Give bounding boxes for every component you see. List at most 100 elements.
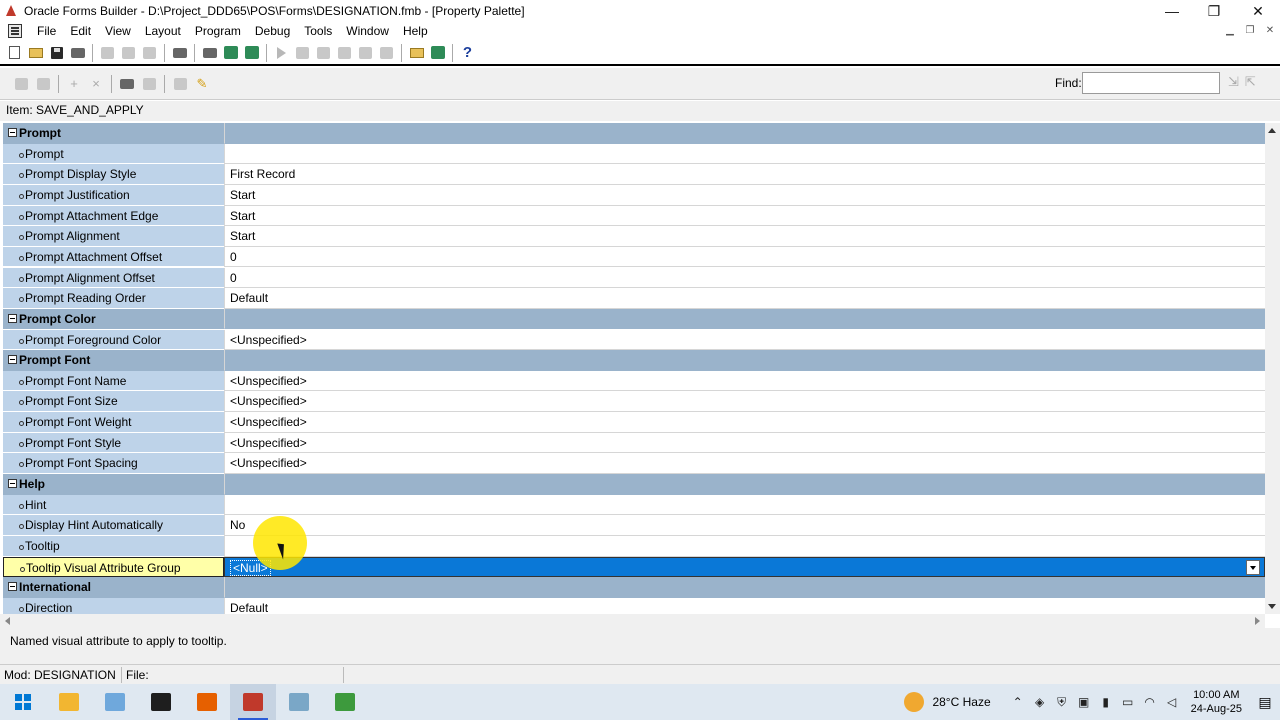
property-name[interactable]: Prompt Font Weight	[3, 412, 224, 433]
vertical-scrollbar[interactable]	[1265, 123, 1280, 614]
property-row-direction[interactable]: Direction Default	[3, 597, 1265, 614]
property-name[interactable]: Prompt Font Style	[3, 432, 224, 454]
collapse-icon[interactable]	[8, 582, 17, 592]
scroll-right-icon[interactable]	[1255, 617, 1260, 625]
mdi-restore-icon[interactable]: ❐	[1240, 21, 1260, 41]
property-group-prompt-font[interactable]: Prompt Font	[3, 350, 1265, 371]
menu-program[interactable]: Program	[188, 21, 248, 41]
mdi-window-icon[interactable]	[8, 24, 22, 38]
property-row-prompt-alignment[interactable]: Prompt Alignment Start	[3, 226, 1265, 247]
menu-tools[interactable]: Tools	[297, 21, 339, 41]
paste-properties-icon[interactable]	[32, 73, 54, 95]
property-name[interactable]: Prompt Alignment	[3, 226, 224, 247]
property-value[interactable]: Default	[224, 288, 1265, 309]
property-name[interactable]: Prompt Color	[3, 308, 224, 330]
minimize-button[interactable]: —	[1150, 0, 1194, 22]
property-row-prompt-reading-order[interactable]: Prompt Reading Order Default	[3, 288, 1265, 309]
property-value[interactable]: Start	[224, 226, 1265, 247]
scroll-up-icon[interactable]	[1268, 128, 1276, 133]
property-name[interactable]: Prompt Display Style	[3, 164, 224, 185]
taskbar-forms-runtime-icon[interactable]	[276, 684, 322, 720]
property-value[interactable]: <Unspecified>	[224, 412, 1265, 433]
wifi-icon[interactable]: ◠	[1139, 695, 1161, 709]
property-name[interactable]: Prompt Attachment Edge	[3, 205, 224, 227]
property-name[interactable]: Tooltip Visual Attribute Group	[3, 556, 224, 578]
print-icon[interactable]	[67, 43, 88, 63]
property-name[interactable]: Prompt Reading Order	[3, 288, 224, 309]
battery-icon[interactable]: ▭	[1117, 695, 1139, 709]
intersection-union-icon[interactable]	[169, 73, 191, 95]
property-row-prompt-display-style[interactable]: Prompt Display Style First Record	[3, 164, 1265, 185]
menu-debug[interactable]: Debug	[248, 21, 297, 41]
pause-icon[interactable]	[355, 43, 376, 63]
menu-view[interactable]: View	[98, 21, 138, 41]
property-name[interactable]: Prompt	[3, 123, 224, 144]
layout-wizard-icon[interactable]	[427, 43, 448, 63]
property-row-display-hint-automatically[interactable]: Display Hint Automatically No	[3, 515, 1265, 536]
scroll-left-icon[interactable]	[5, 617, 10, 625]
property-name[interactable]: Prompt Font	[3, 350, 224, 371]
property-group-help[interactable]: Help	[3, 474, 1265, 495]
collapse-icon[interactable]	[8, 479, 17, 489]
copy-icon[interactable]	[118, 43, 139, 63]
weather-text[interactable]: 28°C Haze	[932, 695, 990, 709]
taskbar-oracle-forms-icon[interactable]	[230, 684, 276, 720]
paste-icon[interactable]	[139, 43, 160, 63]
new-icon[interactable]	[4, 43, 25, 63]
property-name[interactable]: Tooltip	[3, 536, 224, 557]
taskbar-start-icon[interactable]	[0, 684, 46, 720]
mdi-close-icon[interactable]: ✕	[1260, 21, 1280, 41]
property-class-icon[interactable]	[116, 73, 138, 95]
property-name[interactable]: International	[3, 577, 224, 598]
property-row-prompt-font-weight[interactable]: Prompt Font Weight <Unspecified>	[3, 412, 1265, 433]
property-value[interactable]: <Unspecified>	[224, 432, 1265, 454]
property-name[interactable]: Hint	[3, 494, 224, 516]
menu-help[interactable]: Help	[396, 21, 435, 41]
property-row-prompt-font-size[interactable]: Prompt Font Size <Unspecified>	[3, 391, 1265, 413]
menu-window[interactable]: Window	[339, 21, 396, 41]
horizontal-scrollbar[interactable]	[0, 614, 1265, 628]
delete-property-icon[interactable]: ×	[85, 73, 107, 95]
property-row-prompt-attachment-edge[interactable]: Prompt Attachment Edge Start	[3, 205, 1265, 227]
property-value-dropdown[interactable]: <Null>	[224, 556, 1265, 578]
property-row-prompt-alignment-offset[interactable]: Prompt Alignment Offset 0	[3, 267, 1265, 289]
property-name[interactable]: Prompt Font Name	[3, 370, 224, 392]
app-tray-icon[interactable]: ▣	[1073, 695, 1095, 709]
property-group-prompt[interactable]: Prompt	[3, 123, 1265, 144]
chevron-up-icon[interactable]: ⌃	[1007, 695, 1029, 709]
taskbar-notepad-icon[interactable]	[92, 684, 138, 720]
step-over-icon[interactable]	[313, 43, 334, 63]
save-icon[interactable]	[46, 43, 67, 63]
microphone-icon[interactable]: ▮	[1095, 695, 1117, 709]
copy-properties-icon[interactable]	[10, 73, 32, 95]
menu-layout[interactable]: Layout	[138, 21, 188, 41]
scroll-down-icon[interactable]	[1268, 604, 1276, 609]
menu-file[interactable]: File	[30, 21, 63, 41]
property-value[interactable]: 0	[224, 267, 1265, 289]
property-value[interactable]: First Record	[224, 164, 1265, 185]
find-previous-icon[interactable]: ⇱	[1245, 74, 1256, 90]
property-group-prompt-color[interactable]: Prompt Color	[3, 308, 1265, 330]
collapse-icon[interactable]	[8, 313, 17, 323]
menu-edit[interactable]: Edit	[63, 21, 98, 41]
property-value[interactable]: No	[224, 515, 1265, 536]
clock[interactable]: 10:00 AM 24-Aug-25	[1191, 688, 1242, 716]
taskbar-file-explorer-icon[interactable]	[46, 684, 92, 720]
property-value[interactable]	[224, 536, 1265, 557]
help-icon[interactable]: ?	[457, 43, 478, 63]
cut-icon[interactable]	[97, 43, 118, 63]
notification-icon[interactable]: ▤	[1250, 694, 1280, 711]
collapse-icon[interactable]	[8, 128, 17, 137]
property-value[interactable]	[224, 494, 1265, 516]
go-icon[interactable]	[271, 43, 292, 63]
property-value[interactable]: <Unspecified>	[224, 453, 1265, 474]
inherit-icon[interactable]	[138, 73, 160, 95]
property-value[interactable]: <Unspecified>	[224, 370, 1265, 392]
property-value[interactable]	[224, 143, 1265, 165]
property-name[interactable]: Prompt Alignment Offset	[3, 267, 224, 289]
property-row-prompt-font-name[interactable]: Prompt Font Name <Unspecified>	[3, 370, 1265, 392]
wizard-icon[interactable]	[406, 43, 427, 63]
stop-icon[interactable]	[376, 43, 397, 63]
run-debug-icon[interactable]	[220, 43, 241, 63]
property-name[interactable]: Prompt Justification	[3, 184, 224, 206]
